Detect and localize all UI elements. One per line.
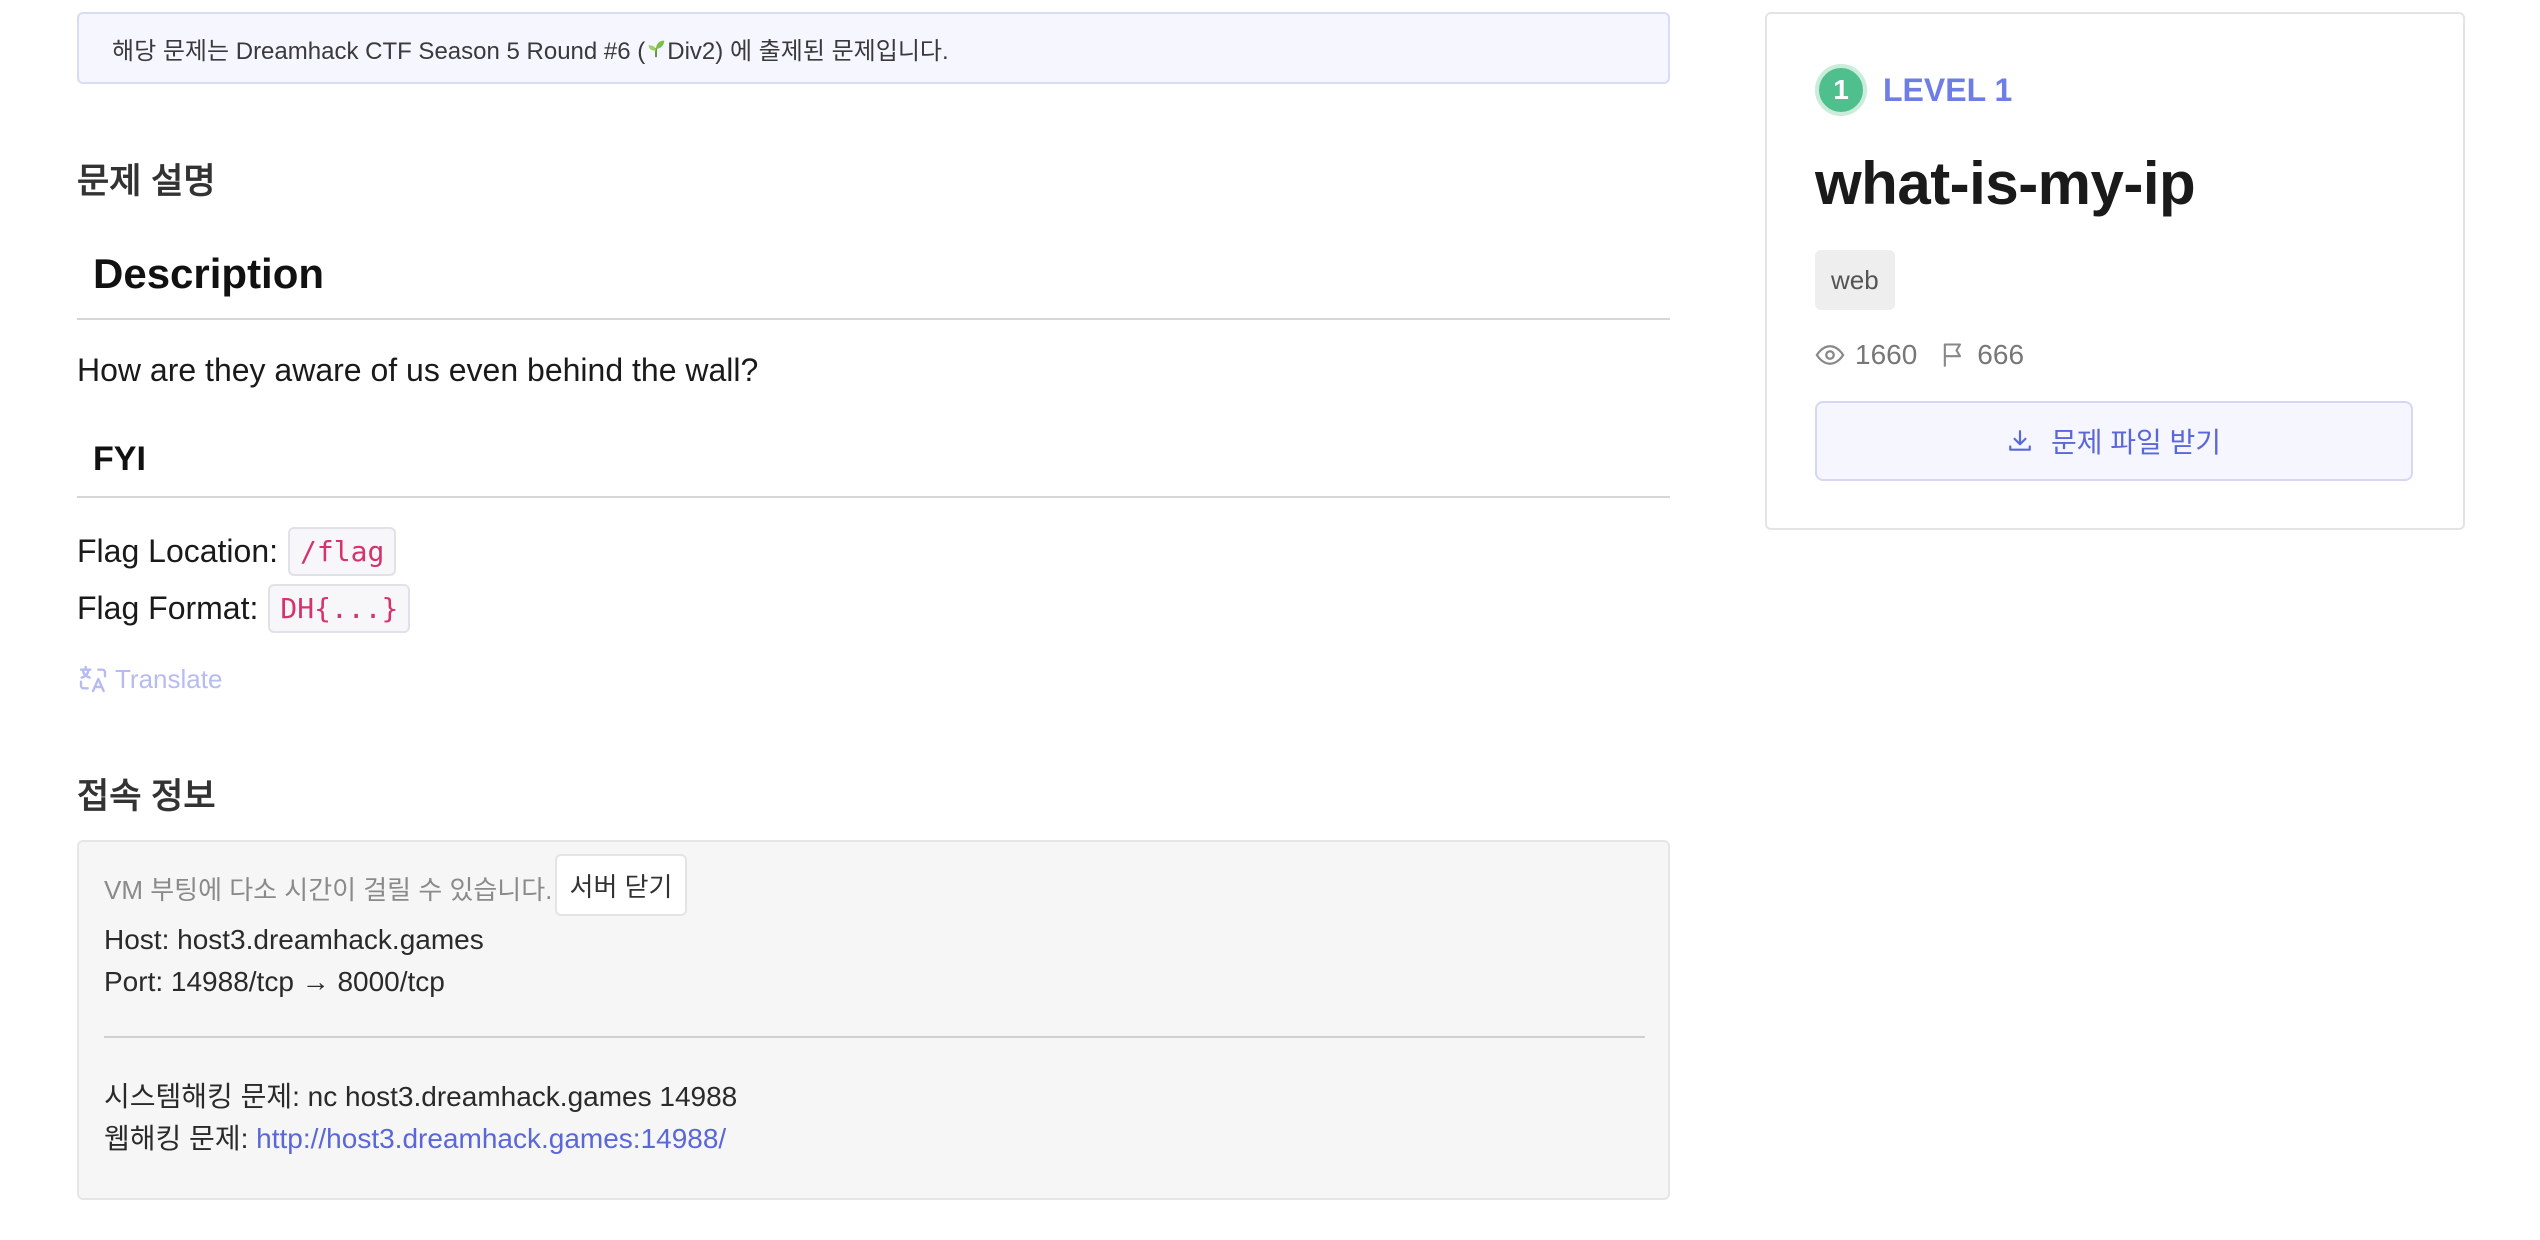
sprout-icon: [648, 40, 665, 58]
download-icon: [2009, 430, 2031, 451]
divider: [77, 496, 1670, 498]
level-label: LEVEL 1: [1883, 71, 2013, 108]
web-hacking-label: 웹해킹 문제:: [104, 1123, 257, 1154]
vm-boot-note: VM 부팅에 다소 시간이 걸릴 수 있습니다.: [104, 875, 553, 905]
notice-prefix: 해당 문제는 Dreamhack CTF Season 5 Round #6 (: [112, 37, 646, 65]
flag-format-line: Flag Format: DH{...}: [77, 584, 411, 633]
flag-location-label: Flag Location:: [77, 533, 279, 569]
flag-format-code: DH{...}: [268, 584, 411, 633]
divider: [77, 318, 1670, 320]
notice-suffix: Div2) 에 출제된 문제입니다.: [667, 37, 949, 65]
description-body: How are they aware of us even behind the…: [77, 352, 759, 388]
connection-info-box: VM 부팅에 다소 시간이 걸릴 수 있습니다. 서버 닫기 Host: hos…: [77, 840, 1670, 1200]
challenge-stats: 1660 666: [1815, 339, 2024, 371]
challenge-title: what-is-my-ip: [1815, 150, 2196, 217]
port-line: Port: 14988/tcp → 8000/tcp: [104, 966, 445, 997]
solve-count: 666: [1977, 339, 2025, 370]
level-badge: 1: [1815, 64, 1867, 116]
category-tag[interactable]: web: [1815, 250, 1895, 310]
flag-icon: [1944, 343, 1962, 367]
challenge-info-card: 1 LEVEL 1 what-is-my-ip web 1660 666 문제 …: [1765, 12, 2465, 530]
translate-button[interactable]: Translate: [77, 663, 222, 695]
fyi-title: FYI: [93, 440, 146, 478]
system-hacking-line: 시스템해킹 문제: nc host3.dreamhack.games 14988: [104, 1081, 738, 1112]
close-server-button[interactable]: 서버 닫기: [555, 854, 687, 916]
problem-description-heading: 문제 설명: [77, 162, 216, 201]
view-count: 1660: [1855, 339, 1918, 370]
host-line: Host: host3.dreamhack.games: [104, 924, 484, 955]
flag-location-code: /flag: [288, 527, 397, 576]
web-hacking-link[interactable]: http://host3.dreamhack.games:14988/: [256, 1123, 726, 1154]
description-title: Description: [93, 250, 325, 297]
flag-format-label: Flag Format:: [77, 590, 259, 626]
level-row: 1 LEVEL 1: [1815, 64, 2012, 116]
download-label: 문제 파일 받기: [2050, 427, 2222, 458]
translate-icon: [79, 665, 107, 693]
translate-label: Translate: [115, 663, 223, 694]
download-files-button[interactable]: 문제 파일 받기: [1815, 401, 2413, 481]
ctf-notice-banner: 해당 문제는 Dreamhack CTF Season 5 Round #6 (…: [77, 12, 1670, 84]
connection-info-heading: 접속 정보: [77, 777, 216, 816]
eye-icon: [1815, 345, 1845, 365]
flag-location-line: Flag Location: /flag: [77, 527, 397, 576]
web-hacking-line: 웹해킹 문제: http://host3.dreamhack.games:149…: [104, 1117, 726, 1157]
divider: [104, 1036, 1645, 1038]
